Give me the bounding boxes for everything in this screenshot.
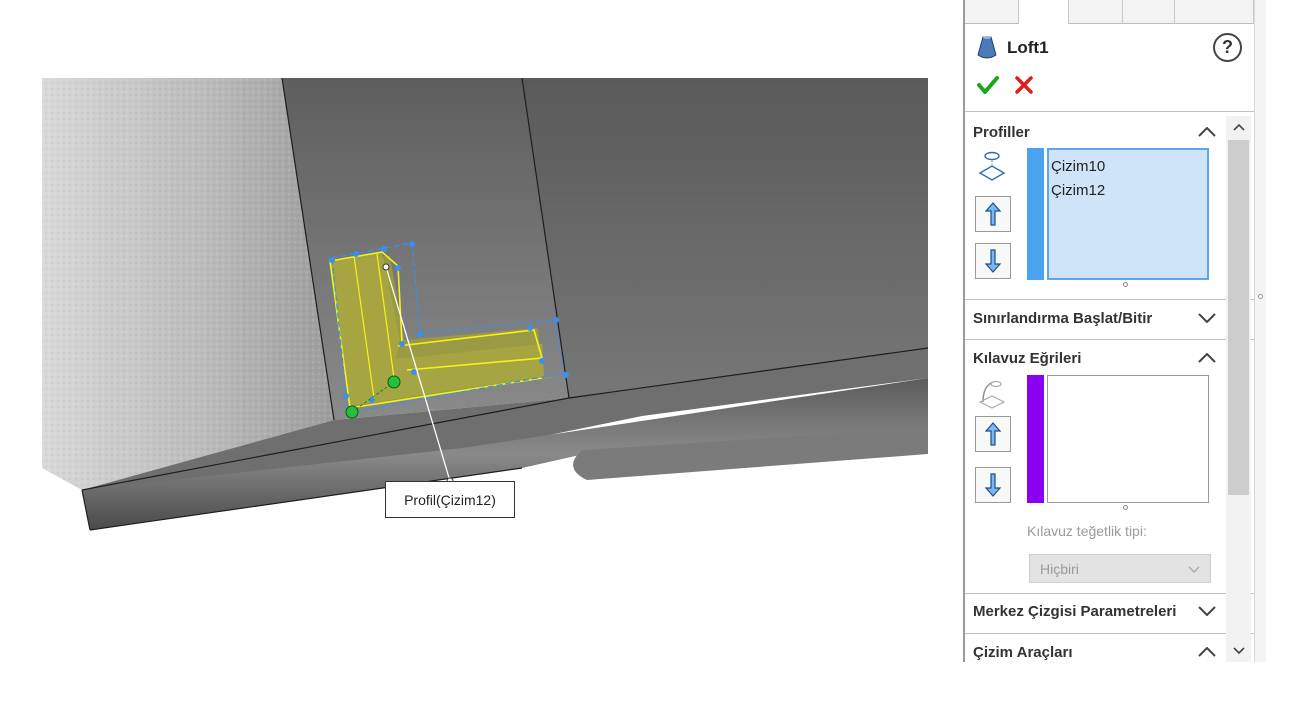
tab-property-manager[interactable] <box>1019 0 1069 24</box>
profile-selection-icon <box>977 150 1007 187</box>
arrow-up-icon <box>985 202 1001 226</box>
model-render <box>42 78 928 531</box>
section-header-centerline-params[interactable]: Merkez Çizgisi Parametreleri <box>973 598 1218 624</box>
guide-tangency-select: Hiçbiri <box>1029 554 1211 583</box>
feature-title-row: Loft1 <box>975 34 1245 62</box>
scroll-down-arrow[interactable] <box>1226 640 1251 662</box>
tab-display-manager[interactable] <box>1175 0 1254 24</box>
guide-curves-color-bar <box>1027 375 1044 503</box>
help-button[interactable]: ? <box>1213 33 1242 62</box>
chevron-down-icon <box>1188 561 1200 577</box>
graphics-viewport[interactable] <box>42 78 928 602</box>
divider <box>965 593 1254 594</box>
property-manager-panel: Loft1 ? Profiller Çizim10 Çizim12 Sınırl… <box>963 0 1254 662</box>
move-down-button[interactable] <box>975 467 1011 503</box>
splitter-handle[interactable] <box>1258 294 1263 299</box>
scroll-up-arrow[interactable] <box>1226 116 1251 138</box>
list-item[interactable]: Çizim10 <box>1051 155 1207 179</box>
chevron-down-icon <box>1232 647 1245 655</box>
loft-icon <box>977 36 997 59</box>
chevron-up-icon[interactable] <box>1198 127 1218 137</box>
scroll-thumb[interactable] <box>1228 140 1249 495</box>
profiles-list[interactable]: Çizim10 Çizim12 <box>1047 148 1209 280</box>
divider <box>965 111 1254 112</box>
chevron-up-icon[interactable] <box>1198 647 1218 657</box>
chevron-up-icon <box>1232 123 1245 131</box>
divider <box>965 339 1254 340</box>
select-value: Hiçbiri <box>1040 560 1079 577</box>
profiles-color-bar <box>1027 148 1044 280</box>
section-header-profiles[interactable]: Profiller <box>973 119 1218 145</box>
check-icon <box>977 76 999 94</box>
arrow-down-icon <box>985 249 1001 273</box>
x-icon <box>1015 76 1033 94</box>
move-up-button[interactable] <box>975 196 1011 232</box>
section-title: Kılavuz Eğrileri <box>973 349 1082 367</box>
divider <box>965 633 1254 634</box>
cancel-button[interactable] <box>1015 74 1033 100</box>
chevron-down-icon[interactable] <box>1198 313 1218 323</box>
tab-dimxpert-manager[interactable] <box>1123 0 1175 24</box>
chevron-up-icon[interactable] <box>1198 353 1218 363</box>
feature-name: Loft1 <box>1007 38 1049 57</box>
guide-tangency-label: Kılavuz teğetlik tipi: <box>1027 523 1147 539</box>
list-resize-handle[interactable] <box>1123 505 1128 510</box>
divider <box>965 299 1254 300</box>
section-title: Merkez Çizgisi Parametreleri <box>973 602 1177 620</box>
guide-curve-icon <box>977 378 1007 415</box>
move-down-button[interactable] <box>975 243 1011 279</box>
move-up-button[interactable] <box>975 416 1011 452</box>
section-title: Profiller <box>973 123 1030 141</box>
section-header-start-end-constraints[interactable]: Sınırlandırma Başlat/Bitir <box>973 305 1218 331</box>
list-item[interactable]: Çizim12 <box>1051 179 1207 203</box>
guide-curves-list[interactable] <box>1047 375 1209 503</box>
list-resize-handle[interactable] <box>1123 282 1128 287</box>
section-title: Çizim Araçları <box>973 643 1073 661</box>
solidworks-window: Profil(Çizim12) Loft1 ? Profiller Çizim1… <box>0 0 1300 720</box>
panel-splitter[interactable] <box>1254 0 1266 662</box>
chevron-down-icon[interactable] <box>1198 606 1218 616</box>
ok-button[interactable] <box>977 75 999 101</box>
panel-scrollbar[interactable] <box>1226 116 1251 662</box>
arrow-up-icon <box>985 422 1001 446</box>
section-header-guide-curves[interactable]: Kılavuz Eğrileri <box>973 345 1218 371</box>
manager-tabs <box>965 0 1254 24</box>
profile-callout[interactable]: Profil(Çizim12) <box>385 481 515 518</box>
arrow-down-icon <box>985 473 1001 497</box>
section-title: Sınırlandırma Başlat/Bitir <box>973 309 1153 327</box>
tab-configuration-manager[interactable] <box>1069 0 1123 24</box>
section-header-sketch-tools[interactable]: Çizim Araçları <box>973 639 1218 665</box>
tab-feature-manager[interactable] <box>965 0 1019 24</box>
